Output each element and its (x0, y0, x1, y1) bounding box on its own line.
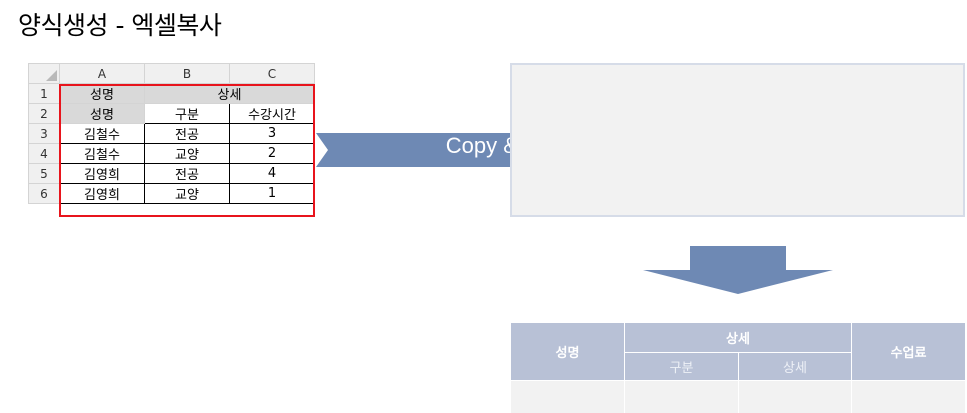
result-cell[interactable] (511, 381, 625, 413)
page-title: 양식생성 - 엑셀복사 (18, 8, 221, 44)
sheet-cell[interactable]: 전공 (145, 164, 230, 184)
result-header-fee: 수업료 (852, 323, 966, 381)
sheet-cell[interactable]: 수강시간 (230, 104, 315, 124)
result-cell[interactable] (739, 381, 852, 413)
result-cell[interactable] (625, 381, 739, 413)
row-header[interactable]: 6 (29, 184, 60, 204)
row-header[interactable]: 3 (29, 124, 60, 144)
sheet-cell[interactable]: 구분 (145, 104, 230, 124)
column-header-a[interactable]: A (60, 64, 145, 84)
sheet-cell[interactable]: 2 (230, 144, 315, 164)
column-header-c[interactable]: C (230, 64, 315, 84)
row-header[interactable]: 2 (29, 104, 60, 124)
sheet-cell[interactable]: 교양 (145, 184, 230, 204)
sheet-cell[interactable]: 김영희 (60, 164, 145, 184)
sheet-cell[interactable]: 교양 (145, 144, 230, 164)
sheet-cell[interactable]: 상세 (145, 84, 315, 104)
sheet-cell[interactable]: 김영희 (60, 184, 145, 204)
result-table: 성명 상세 수업료 구분 상세 (510, 322, 966, 413)
row-header[interactable]: 4 (29, 144, 60, 164)
result-header-name: 성명 (511, 323, 625, 381)
row-header[interactable]: 5 (29, 164, 60, 184)
sheet-cell[interactable]: 1 (230, 184, 315, 204)
sheet-cell[interactable]: 김철수 (60, 124, 145, 144)
down-arrow-icon (643, 246, 833, 294)
select-all-corner[interactable] (29, 64, 60, 84)
select-all-icon (46, 70, 57, 81)
sheet-cell[interactable]: 전공 (145, 124, 230, 144)
sheet-cell[interactable]: 4 (230, 164, 315, 184)
result-cell[interactable] (852, 381, 966, 413)
result-header-detail: 상세 (625, 323, 852, 353)
excel-sheet: A B C 1 성명 상세 2 성명 구분 수강시간 3 김철수 전공 3 4 … (28, 63, 315, 204)
paste-area[interactable] (510, 63, 965, 217)
sheet-cell[interactable]: 성명 (60, 104, 145, 124)
sheet-cell[interactable]: 김철수 (60, 144, 145, 164)
sheet-cell[interactable]: 3 (230, 124, 315, 144)
row-header[interactable]: 1 (29, 84, 60, 104)
sheet-cell[interactable]: 성명 (60, 84, 145, 104)
column-header-b[interactable]: B (145, 64, 230, 84)
result-subheader-detail: 상세 (739, 353, 852, 381)
result-subheader-category: 구분 (625, 353, 739, 381)
